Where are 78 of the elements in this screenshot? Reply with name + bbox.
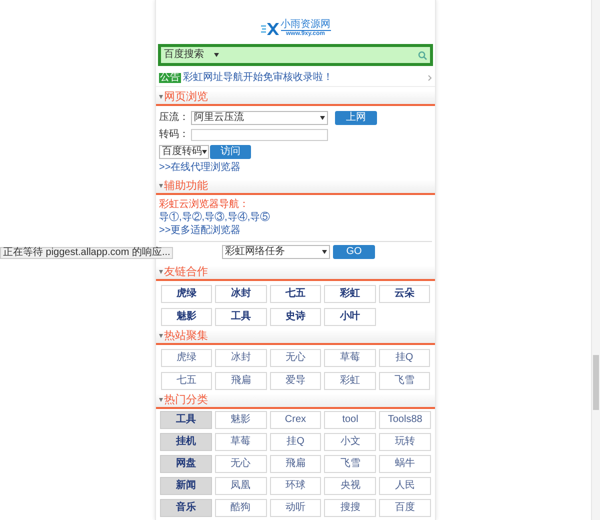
site-link[interactable]: tool	[324, 411, 376, 429]
site-link[interactable]: 玩转	[379, 433, 431, 451]
site-link[interactable]: 人民	[379, 477, 431, 495]
nav-heading: 彩虹云浏览器导航：	[159, 200, 249, 210]
arrow-icon	[159, 184, 163, 188]
caret-icon	[322, 250, 327, 254]
dropdown[interactable]: 百度转码	[159, 144, 209, 158]
site-link[interactable]: 央视	[324, 477, 376, 495]
status-bar: 正在等待 piggest.allapp.com 的响应...	[0, 247, 174, 259]
site-link[interactable]: Tools88	[379, 411, 431, 429]
arrow-icon	[159, 270, 163, 274]
caret-icon	[202, 150, 207, 154]
site-link[interactable]: 爱导	[270, 372, 322, 390]
notice-text[interactable]: 彩虹网址导航开始免审核收录啦！	[183, 72, 333, 82]
x-logo-icon	[260, 22, 278, 36]
site-link[interactable]: 虎绿	[161, 285, 212, 303]
scrollbar[interactable]	[591, 0, 600, 520]
search-icon[interactable]	[418, 50, 427, 60]
category-label[interactable]: 挂机	[160, 433, 212, 451]
category-label[interactable]: 网盘	[160, 455, 212, 473]
dropdown[interactable]: 彩虹网络任务	[222, 245, 330, 259]
site-link[interactable]: 飞雪	[378, 372, 430, 390]
site-link[interactable]: Crex	[270, 411, 322, 429]
proxy-link[interactable]: >>在线代理浏览器	[159, 163, 241, 173]
site-link[interactable]: 百度	[379, 499, 431, 517]
browser-link[interactable]: >>更多适配浏览器	[159, 226, 241, 236]
submit-button[interactable]: GO	[333, 245, 375, 259]
section-header: 网页浏览	[156, 90, 435, 106]
arrow-icon	[159, 398, 163, 402]
field-label: 压流：	[159, 113, 189, 123]
site-link[interactable]: 小文	[324, 433, 376, 451]
section-header: 友链合作	[156, 265, 435, 281]
section-header: 辅助功能	[156, 179, 435, 195]
site-link[interactable]: 史诗	[270, 308, 322, 326]
site-link[interactable]: 飞雪	[324, 455, 376, 473]
site-link[interactable]: 草莓	[214, 433, 267, 451]
site-link[interactable]: 虎绿	[161, 349, 212, 367]
category-label[interactable]: 音乐	[160, 499, 212, 517]
site-link[interactable]: 彩虹	[324, 372, 376, 390]
caret-icon	[320, 116, 325, 120]
site-link[interactable]: 草莓	[324, 349, 376, 367]
site-link[interactable]: 魅影	[214, 411, 267, 429]
site-link[interactable]: 蜗牛	[379, 455, 431, 473]
site-link[interactable]: 冰封	[215, 285, 267, 303]
site-link[interactable]: 云朵	[378, 285, 430, 303]
category-label[interactable]: 工具	[160, 411, 212, 429]
site-link[interactable]: 无心	[270, 349, 322, 367]
site-link[interactable]: 无心	[214, 455, 267, 473]
site-link[interactable]: 挂Q	[378, 349, 430, 367]
url-input-field[interactable]	[191, 129, 328, 141]
search-engine-select[interactable]: 百度搜索	[164, 50, 219, 60]
site-link[interactable]: 冰封	[215, 349, 267, 367]
submit-button[interactable]: 上网	[335, 111, 377, 125]
section-header: 热门分类	[156, 393, 435, 409]
site-link[interactable]: 彩虹	[324, 285, 376, 303]
site-link[interactable]: 酷狗	[214, 499, 267, 517]
site-link[interactable]: 小叶	[324, 308, 376, 326]
site-link[interactable]: 飛扁	[270, 455, 322, 473]
submit-button[interactable]: 访问	[210, 144, 251, 158]
chevron-right-icon	[428, 74, 432, 80]
site-link[interactable]: 工具	[215, 308, 267, 326]
site-link[interactable]: 魅影	[161, 308, 212, 326]
site-link[interactable]: 挂Q	[270, 433, 322, 451]
category-label[interactable]: 新闻	[160, 477, 212, 495]
site-link[interactable]: 凤凰	[214, 477, 267, 495]
site-link[interactable]: 七五	[270, 285, 322, 303]
site-link[interactable]: 飛扁	[215, 372, 267, 390]
caret-icon	[214, 53, 219, 57]
nav-links[interactable]: 导①,导②,导③,导④,导⑤	[159, 212, 270, 222]
site-link[interactable]: 环球	[270, 477, 322, 495]
field-label: 转码：	[159, 130, 189, 140]
site-link[interactable]: 搜搜	[324, 499, 376, 517]
arrow-icon	[159, 95, 163, 99]
site-link[interactable]: 动听	[270, 499, 322, 517]
section-header: 热站聚集	[156, 329, 435, 345]
dropdown[interactable]: 阿里云压流	[191, 111, 328, 125]
arrow-icon	[159, 334, 163, 338]
site-link[interactable]: 七五	[161, 372, 212, 390]
